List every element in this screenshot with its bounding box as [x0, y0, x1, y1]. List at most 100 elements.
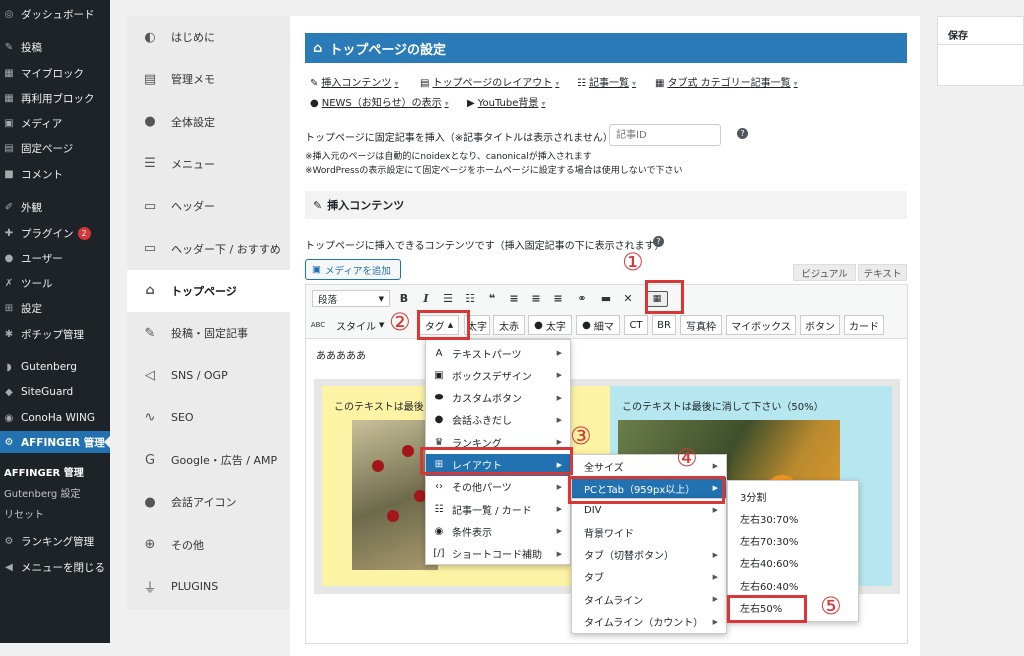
affinger-nav-item[interactable]: ▤ 管理メモ: [127, 58, 290, 100]
submenu-arrow-icon: ▶: [556, 505, 562, 514]
admin-menu-item[interactable]: ✗ ツール: [0, 272, 110, 294]
post-id-input[interactable]: [609, 124, 721, 146]
bullet-list-icon[interactable]: ☰: [440, 290, 456, 306]
admin-menu-item[interactable]: ▦ 再利用ブロック: [0, 87, 110, 109]
admin-menu-label: 投稿: [21, 41, 42, 54]
user-thin-button[interactable]: ● 細マ: [576, 315, 620, 335]
admin-menu-item[interactable]: ● ユーザー: [0, 247, 110, 269]
link-news[interactable]: ● NEWS（お知らせ）の表示 ▾: [310, 94, 449, 109]
menu-item[interactable]: 左右40:60%: [728, 552, 858, 574]
mybox-button[interactable]: マイボックス: [726, 315, 796, 335]
align-center-icon[interactable]: ≡: [528, 290, 544, 306]
affinger-nav-label: 会話アイコン: [171, 496, 237, 510]
affinger-nav-item[interactable]: ☰ メニュー: [127, 143, 290, 185]
style-dropdown[interactable]: スタイル ▼: [332, 315, 388, 335]
media-icon: ▣: [4, 117, 14, 129]
link-icon[interactable]: ⚭: [574, 290, 590, 306]
menu-item[interactable]: タブ（切替ボタン） ▶: [572, 544, 726, 566]
admin-menu-item[interactable]: ⚙ ランキング管理: [0, 530, 110, 552]
link-insert-content[interactable]: ✎ 挿入コンテンツ ▾: [310, 74, 398, 89]
photo-frame-button[interactable]: 写真枠: [680, 315, 722, 335]
menu-item[interactable]: 左右70:30%: [728, 530, 858, 552]
user-icon: ●: [582, 319, 591, 331]
card-button[interactable]: カード: [844, 315, 884, 335]
affinger-nav-item[interactable]: G Google・広告 / AMP: [127, 439, 290, 481]
header-icon: ▭: [143, 241, 157, 256]
menu-item[interactable]: 全サイズ ▶: [572, 455, 726, 477]
menu-item[interactable]: 左右30:70%: [728, 507, 858, 529]
affinger-nav-item[interactable]: ◐ はじめに: [127, 16, 290, 58]
admin-menu-item[interactable]: ✱ ポチップ管理: [0, 323, 110, 345]
admin-menu-item[interactable]: ◉ ConoHa WING: [0, 407, 110, 429]
affinger-nav-item[interactable]: ● 全体設定: [127, 101, 290, 143]
admin-menu-item[interactable]: ⚙ AFFINGER 管理: [0, 431, 110, 453]
help-icon[interactable]: ?: [737, 128, 748, 139]
br-button[interactable]: BR: [652, 315, 676, 335]
menu-item[interactable]: A テキストパーツ ▶: [426, 342, 570, 364]
user-bold-button[interactable]: ● 太字: [528, 315, 572, 335]
tab-visual[interactable]: ビジュアル: [793, 264, 856, 281]
admin-menu-item[interactable]: ◗ Gutenberg: [0, 356, 110, 378]
tab-text[interactable]: テキスト: [858, 264, 907, 281]
numbered-list-icon[interactable]: ☷: [462, 290, 478, 306]
menu-item[interactable]: ☷ 記事一覧 / カード ▶: [426, 498, 570, 520]
google-icon: G: [144, 452, 156, 468]
affinger-nav-item[interactable]: ● 会話アイコン: [127, 481, 290, 523]
admin-menu-item[interactable]: ✚ プラグイン 2: [0, 222, 110, 244]
admin-menu-item[interactable]: ▦ マイブロック: [0, 62, 110, 84]
admin-menu-item[interactable]: ⊞ 設定: [0, 297, 110, 319]
admin-menu-item[interactable]: ✐ 外観: [0, 196, 110, 218]
admin-menu-item[interactable]: ▣ メディア: [0, 112, 110, 134]
admin-submenu-item[interactable]: AFFINGER 管理: [0, 464, 110, 479]
align-left-icon[interactable]: ≡: [506, 290, 522, 306]
affinger-nav-item[interactable]: ✎ 投稿・固定記事: [127, 312, 290, 354]
ct-button[interactable]: CT: [624, 315, 648, 335]
menu-item[interactable]: 背景ワイド: [572, 521, 726, 543]
admin-menu-item[interactable]: ✎ 投稿: [0, 36, 110, 58]
menu-item[interactable]: タイムライン（カウント） ▶: [572, 611, 726, 633]
button-button[interactable]: ボタン: [800, 315, 840, 335]
align-right-icon[interactable]: ≡: [550, 290, 566, 306]
admin-submenu-item[interactable]: リセット: [0, 506, 110, 521]
menu-item[interactable]: ‹› その他パーツ ▶: [426, 476, 570, 498]
menu-item[interactable]: タイムライン ▶: [572, 588, 726, 610]
menu-item-label: タイムライン: [584, 595, 644, 607]
affinger-nav-item[interactable]: ◁ SNS / OGP: [127, 354, 290, 396]
menu-item[interactable]: [/] ショートコード補助 ▶: [426, 543, 570, 565]
link-tab-category[interactable]: ▦ タブ式 カテゴリー記事一覧 ▾: [655, 74, 798, 89]
affinger-nav-item[interactable]: ▭ ヘッダー: [127, 185, 290, 227]
affinger-nav-item[interactable]: ∿ SEO: [127, 397, 290, 439]
quote-icon[interactable]: ❝: [484, 290, 500, 306]
link-post-list[interactable]: ☷ 記事一覧 ▾: [577, 74, 636, 89]
menu-item[interactable]: ▣ ボックスデザイン ▶: [426, 364, 570, 386]
abc-icon[interactable]: ABC: [310, 317, 326, 333]
affinger-nav-item[interactable]: ▭ ヘッダー下 / おすすめ: [127, 228, 290, 270]
marker-4: ④: [676, 444, 698, 472]
italic-icon[interactable]: I: [418, 290, 434, 306]
menu-item[interactable]: ◉ 条件表示 ▶: [426, 520, 570, 542]
link-layout[interactable]: ▤ トップページのレイアウト ▾: [420, 74, 559, 89]
fullscreen-icon[interactable]: ✕: [620, 290, 636, 306]
admin-menu-item[interactable]: ◆ SiteGuard: [0, 381, 110, 403]
more-tag-icon[interactable]: ▬: [598, 290, 614, 306]
format-select[interactable]: 段落 ▼: [312, 290, 390, 307]
add-media-button[interactable]: ▣ メディアを追加: [305, 259, 401, 280]
menu-item[interactable]: 3分割: [728, 485, 858, 507]
link-youtube[interactable]: ▶ YouTube背景 ▾: [467, 94, 545, 109]
menu-item[interactable]: タブ ▶: [572, 566, 726, 588]
admin-menu-item[interactable]: ▤ 固定ページ: [0, 137, 110, 159]
admin-menu-item[interactable]: ◀ メニューを閉じる: [0, 556, 110, 578]
admin-submenu-item[interactable]: Gutenberg 設定: [0, 485, 110, 500]
affinger-nav-item[interactable]: ⏚ PLUGINS: [127, 566, 290, 608]
affinger-nav-item[interactable]: ⌂ トップページ: [127, 269, 290, 312]
bold-red-button[interactable]: 太赤: [493, 315, 525, 335]
menu-item[interactable]: ⬬ カスタムボタン ▶: [426, 387, 570, 409]
palette-icon: ●: [144, 114, 156, 130]
help-icon[interactable]: ?: [653, 236, 664, 247]
admin-menu-item[interactable]: ■ コメント: [0, 163, 110, 185]
menu-item[interactable]: ● 会話ふきだし ▶: [426, 409, 570, 431]
admin-menu-item[interactable]: ◎ ダッシュボード: [0, 3, 110, 25]
admin-menu-label: SiteGuard: [21, 386, 74, 398]
affinger-nav-item[interactable]: ⊕ その他: [127, 524, 290, 566]
bold-icon[interactable]: B: [396, 290, 412, 306]
